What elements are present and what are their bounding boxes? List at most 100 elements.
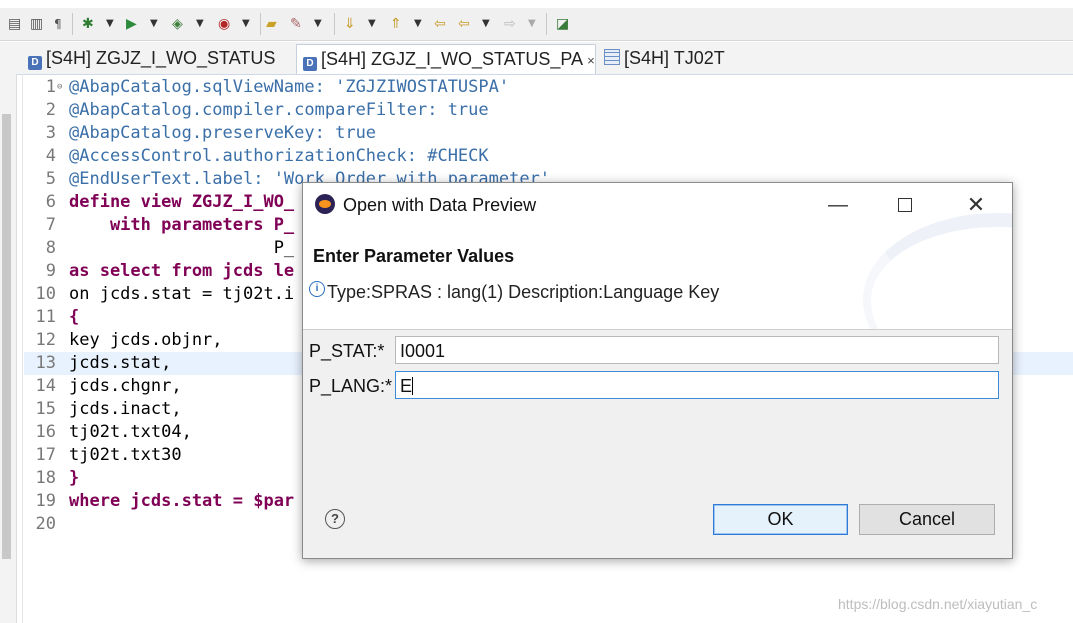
code-line: 4 @AccessControl.authorizationCheck: #CHE… bbox=[24, 145, 1073, 168]
dialog-heading: Enter Parameter Values bbox=[313, 246, 515, 266]
chevron-down-icon[interactable]: ▼ bbox=[314, 18, 322, 29]
toolbar-separator bbox=[260, 13, 261, 35]
tab-label: [S4H] TJ02T bbox=[624, 48, 725, 68]
ok-button[interactable]: OK bbox=[713, 504, 848, 535]
info-icon: i bbox=[309, 281, 325, 297]
vertical-scrollbar[interactable] bbox=[2, 114, 11, 559]
tab-label: [S4H] ZGJZ_I_WO_STATUS bbox=[46, 48, 276, 68]
forward-icon[interactable]: ⇨ bbox=[504, 16, 516, 32]
maximize-icon bbox=[898, 197, 912, 212]
code-text: with parameters P_ bbox=[69, 215, 295, 235]
maximize-button[interactable] bbox=[884, 191, 926, 219]
next-annotation-icon[interactable]: ⇓ bbox=[344, 16, 356, 32]
line-number: 14 bbox=[35, 376, 56, 396]
line-number: 19 bbox=[35, 491, 56, 511]
tab-zgjz-i-wo-status[interactable]: D [S4H] ZGJZ_I_WO_STATUS bbox=[22, 44, 292, 73]
pen-icon[interactable]: ✎ bbox=[290, 16, 302, 32]
open-folder-icon[interactable]: ▰ bbox=[266, 16, 277, 32]
run-icon[interactable]: ▶ bbox=[126, 16, 137, 32]
line-number: 3 bbox=[45, 123, 56, 143]
code-text: { bbox=[69, 307, 80, 327]
line-number: 4 bbox=[45, 146, 56, 166]
code-text: @AbapCatalog.sqlViewName: 'ZGJZIWOSTATUS… bbox=[69, 77, 510, 97]
tab-zgjz-i-wo-status-pa[interactable]: D [S4H] ZGJZ_I_WO_STATUS_PA × bbox=[296, 44, 596, 74]
code-text: } bbox=[69, 468, 80, 488]
watermark: https://blog.csdn.net/xiayutian_c bbox=[838, 596, 1038, 612]
p-lang-input[interactable]: E bbox=[395, 371, 999, 399]
line-number: 13 bbox=[35, 353, 56, 373]
line-number: 2 bbox=[45, 100, 56, 120]
tab-label: [S4H] ZGJZ_I_WO_STATUS_PA bbox=[321, 49, 584, 69]
chevron-down-icon[interactable]: ▼ bbox=[196, 18, 204, 29]
line-number: 7 bbox=[45, 215, 56, 235]
main-toolbar: ▤ ▥ ¶ ✱ ▼ ▶ ▼ ◈ ▼ ◉ ▼ ▰ ✎ ▼ ⇓ ▼ ⇑ ▼ ⇦ ⇦ … bbox=[0, 8, 1073, 41]
toolbar-separator bbox=[546, 13, 547, 35]
line-number: 5 bbox=[45, 169, 56, 189]
line-number: 1 bbox=[45, 77, 56, 97]
code-text: @AbapCatalog.preserveKey: true bbox=[69, 123, 377, 143]
code-text: on jcds.stat = tj02t.i bbox=[69, 284, 295, 304]
code-line: 1 ⊖ @AbapCatalog.sqlViewName: 'ZGJZIWOSTAT… bbox=[24, 76, 1073, 99]
back-icon[interactable]: ⇦ bbox=[458, 16, 470, 32]
line-number: 15 bbox=[35, 399, 56, 419]
dialog-header: Open with Data Preview — ✕ Enter Paramet… bbox=[303, 183, 1012, 330]
dialog-title: Open with Data Preview bbox=[343, 195, 537, 215]
code-text: jcds.inact, bbox=[69, 399, 182, 419]
pin-icon[interactable]: ◪ bbox=[556, 16, 569, 32]
pilcrow-icon[interactable]: ¶ bbox=[54, 16, 62, 32]
paste-icon[interactable]: ▥ bbox=[30, 16, 43, 32]
tab-tj02t[interactable]: [S4H] TJ02T bbox=[598, 44, 738, 73]
prev-annotation-icon[interactable]: ⇑ bbox=[390, 16, 402, 32]
code-text: tj02t.txt04, bbox=[69, 422, 192, 442]
code-text: jcds.stat, bbox=[69, 353, 172, 373]
p-lang-value: E bbox=[400, 376, 413, 396]
p-stat-label: P_STAT:* bbox=[309, 341, 385, 361]
line-number: 8 bbox=[45, 238, 56, 258]
line-number: 11 bbox=[35, 307, 56, 327]
chevron-down-icon[interactable]: ▼ bbox=[414, 18, 422, 29]
help-icon[interactable]: ? bbox=[325, 509, 345, 529]
code-text: tj02t.txt30 bbox=[69, 445, 182, 465]
code-text: where jcds.stat = $par bbox=[69, 491, 295, 511]
line-number: 18 bbox=[35, 468, 56, 488]
toolbar-separator bbox=[72, 13, 73, 35]
code-text: P_ bbox=[69, 238, 295, 258]
code-text: jcds.chgnr, bbox=[69, 376, 182, 396]
code-line: 2 @AbapCatalog.compiler.compareFilter: tr… bbox=[24, 99, 1073, 122]
decorative-swoosh bbox=[863, 213, 1012, 329]
close-button[interactable]: ✕ bbox=[955, 191, 997, 219]
close-icon[interactable]: × bbox=[587, 53, 595, 68]
chevron-down-icon[interactable]: ▼ bbox=[368, 18, 376, 29]
code-text: @AbapCatalog.compiler.compareFilter: tru… bbox=[69, 100, 489, 120]
debug-icon[interactable]: ✱ bbox=[82, 16, 94, 32]
code-text: key jcds.objnr, bbox=[69, 330, 223, 350]
chevron-down-icon[interactable]: ▼ bbox=[150, 18, 158, 29]
parameter-info: Type:SPRAS : lang(1) Description:Languag… bbox=[327, 282, 720, 302]
p-stat-input[interactable]: I0001 bbox=[395, 336, 999, 364]
text-cursor bbox=[412, 377, 414, 395]
ddl-source-icon: D bbox=[28, 56, 42, 70]
chevron-down-icon[interactable]: ▼ bbox=[482, 18, 490, 29]
chevron-down-icon[interactable]: ▼ bbox=[106, 18, 114, 29]
line-number: 10 bbox=[35, 284, 56, 304]
data-preview-dialog: Open with Data Preview — ✕ Enter Paramet… bbox=[302, 182, 1013, 559]
line-number: 9 bbox=[45, 261, 56, 281]
external-tool-icon[interactable]: ◉ bbox=[218, 16, 230, 32]
chevron-down-icon[interactable]: ▼ bbox=[242, 18, 250, 29]
line-number: 6 bbox=[45, 192, 56, 212]
line-number: 16 bbox=[35, 422, 56, 442]
editor-ruler bbox=[22, 74, 23, 623]
p-lang-label: P_LANG:* bbox=[309, 376, 393, 396]
toolbar-separator bbox=[334, 13, 335, 35]
table-icon bbox=[604, 49, 620, 65]
minimize-button[interactable]: — bbox=[817, 191, 859, 219]
code-line: 3 @AbapCatalog.preserveKey: true bbox=[24, 122, 1073, 145]
fold-marker-icon[interactable]: ⊖ bbox=[57, 76, 62, 99]
run-config-icon[interactable]: ◈ bbox=[172, 16, 183, 32]
ddl-source-icon: D bbox=[303, 57, 317, 71]
last-edit-icon[interactable]: ⇦ bbox=[434, 16, 446, 32]
line-number: 17 bbox=[35, 445, 56, 465]
cancel-button[interactable]: Cancel bbox=[859, 504, 995, 535]
chevron-down-icon[interactable]: ▼ bbox=[528, 18, 536, 29]
save-all-icon[interactable]: ▤ bbox=[8, 16, 21, 32]
